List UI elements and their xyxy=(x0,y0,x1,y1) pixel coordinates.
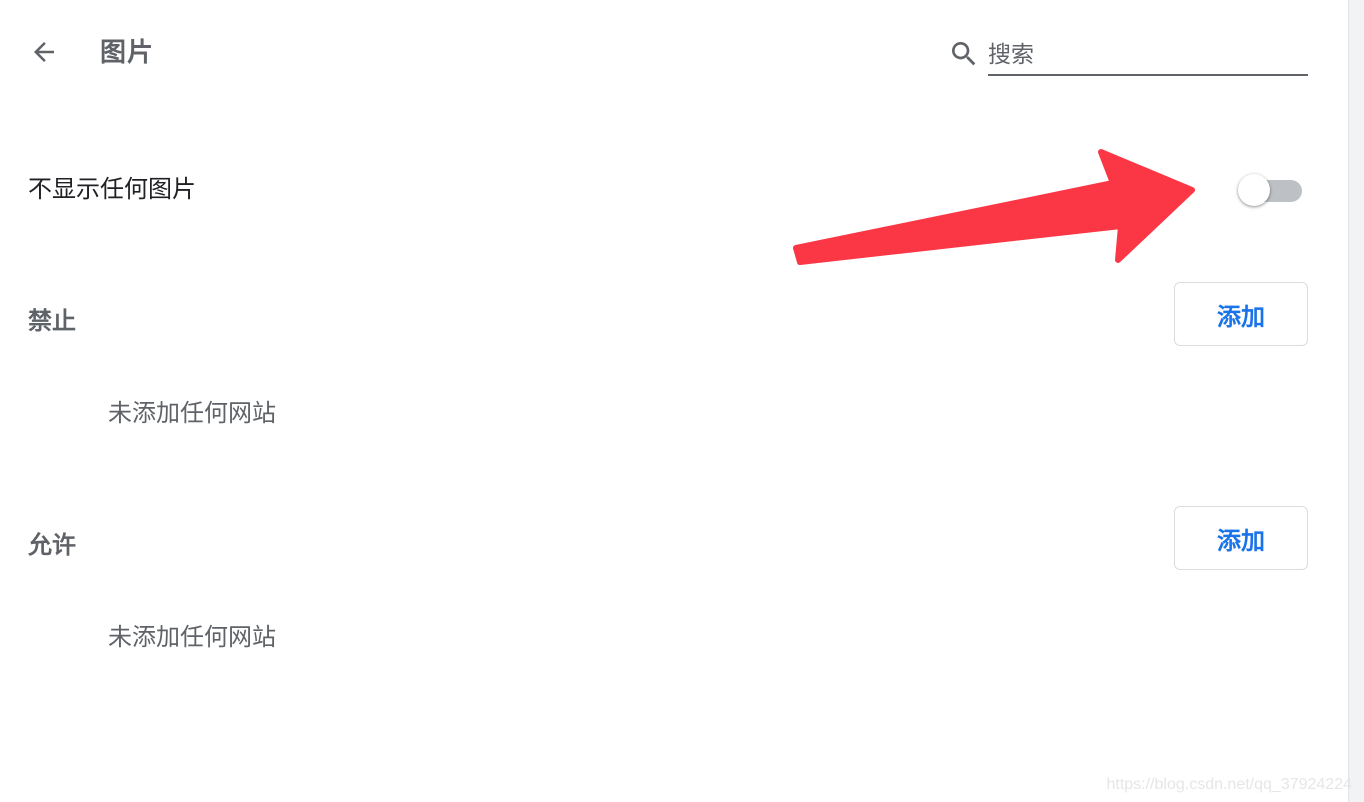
allow-list-empty-text: 未添加任何网站 xyxy=(108,623,276,651)
back-button[interactable] xyxy=(22,30,66,74)
block-all-images-label: 不显示任何图片 xyxy=(28,175,196,203)
section-title-allow: 允许 xyxy=(28,531,76,559)
block-list-empty-text: 未添加任何网站 xyxy=(108,399,276,427)
arrow-left-icon xyxy=(34,42,54,62)
add-block-site-button[interactable]: 添加 xyxy=(1174,282,1308,346)
add-allow-site-button[interactable]: 添加 xyxy=(1174,506,1308,570)
search-box xyxy=(946,30,1308,80)
page-title: 图片 xyxy=(100,38,155,68)
search-icon[interactable] xyxy=(948,38,980,70)
section-title-block: 禁止 xyxy=(28,307,76,335)
block-all-images-toggle[interactable] xyxy=(1238,172,1306,208)
annotation-arrow-shape xyxy=(793,149,1195,265)
watermark: https://blog.csdn.net/qq_37924224 xyxy=(1106,776,1352,793)
search-input[interactable] xyxy=(988,36,1308,76)
settings-page: 图片 不显示任何图片 禁止 添加 未添加任何网站 允许 添加 未添加任何网站 xyxy=(0,0,1348,802)
toggle-knob xyxy=(1238,174,1270,206)
scrollbar-gutter xyxy=(1348,0,1364,802)
